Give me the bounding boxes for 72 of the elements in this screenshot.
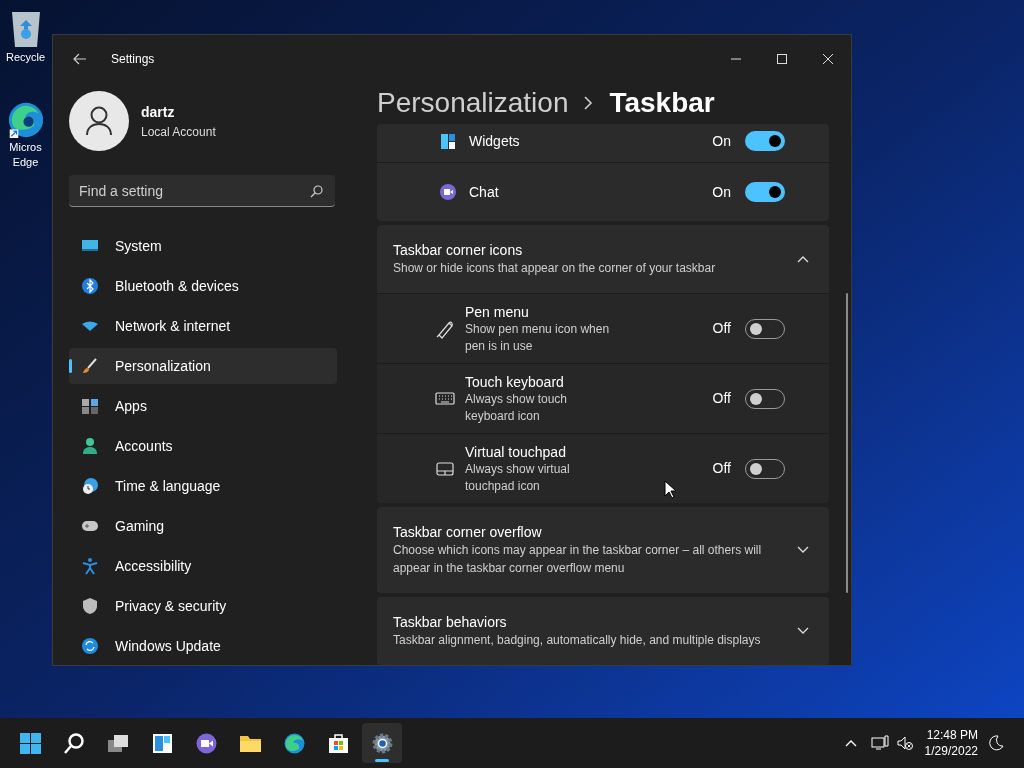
person-icon [85, 106, 113, 136]
person-icon [81, 437, 99, 455]
muted-speaker-icon[interactable] [896, 735, 913, 751]
desktop-icon-label[interactable]: Micros [9, 140, 42, 155]
setting-description: Show pen menu icon when pen is in use [465, 320, 611, 355]
nav-item[interactable]: Network & internet [69, 308, 337, 344]
globe-clock-icon [81, 477, 99, 495]
video-chat-icon [439, 183, 457, 201]
nav-item[interactable]: Accessibility [69, 548, 337, 584]
setting-label: Touch keyboard [465, 372, 565, 391]
close-icon[interactable] [823, 54, 833, 64]
toggle-state-label: On [712, 131, 731, 151]
nav-item[interactable]: Accounts [69, 428, 337, 464]
expander-header[interactable]: Taskbar corner overflow Choose which icons may appear in the taskbar corner – all others will appear in the taskbar corner overflow menu [377, 507, 829, 593]
clock-date[interactable]: 1/29/2022 [924, 743, 978, 759]
mouse-pointer-icon [664, 480, 676, 499]
nav-item[interactable]: Gaming [69, 508, 337, 544]
start-icon [17, 730, 43, 756]
nav-item[interactable]: Bluetooth & devices [69, 268, 337, 304]
taskbar-button[interactable] [362, 723, 402, 763]
window-title: Settings [111, 51, 155, 68]
breadcrumb-parent[interactable]: Personalization [377, 81, 569, 124]
toggle-switch[interactable] [745, 182, 785, 202]
section-title: Taskbar behaviors [393, 613, 508, 631]
nav-item[interactable]: Privacy & security [69, 588, 337, 624]
bluetooth-icon [81, 277, 99, 295]
nav-item[interactable]: System [69, 228, 337, 264]
apps-grid-icon [81, 397, 99, 415]
account-type: Local Account [141, 123, 216, 141]
expander-header[interactable]: Taskbar corner icons Show or hide icons that appear on the corner of your taskbar [377, 225, 829, 293]
toggle-state-label: Off [712, 459, 731, 478]
toggle-state-label: Off [712, 319, 731, 338]
desktop-icon-label[interactable]: Edge [12, 155, 39, 170]
chevron-right-icon [584, 95, 594, 110]
toggle-state-label: On [712, 182, 731, 202]
accessibility-icon [81, 557, 99, 575]
browser-logo-icon[interactable] [7, 102, 44, 138]
nav-item[interactable]: Windows Update [69, 628, 337, 664]
search-icon [310, 185, 323, 198]
setting-label: Chat [469, 182, 499, 202]
nav-item[interactable]: Time & language [69, 468, 337, 504]
nav-item[interactable]: Personalization [69, 348, 337, 384]
section-description: Choose which icons may appear in the taskbar corner – all others will appear in the taskbar corner overflow menu [393, 542, 763, 577]
toggle-switch[interactable] [745, 131, 785, 151]
clock-time[interactable]: 12:48 PM [926, 727, 978, 743]
search-field[interactable]: Find a setting [69, 175, 335, 207]
expander-header[interactable]: Taskbar behaviors Taskbar alignment, badging, automatically hide, and multiple displays [377, 597, 829, 665]
section-title: Taskbar corner overflow [393, 523, 543, 541]
chevron-up-icon[interactable] [844, 739, 857, 747]
setting-label: Pen menu [465, 302, 530, 321]
widgets-icon [439, 132, 457, 150]
section-description: Show or hide icons that appear on the corner of your taskbar [393, 260, 717, 277]
paintbrush-icon [81, 357, 99, 375]
moon-icon[interactable] [988, 735, 1004, 751]
setting-description: Always show virtual touchpad icon [465, 460, 571, 495]
setting-label: Virtual touchpad [465, 442, 567, 461]
setting-description: Always show touch keyboard icon [465, 390, 569, 425]
search-icon [61, 730, 87, 756]
back-arrow-icon[interactable] [73, 53, 87, 65]
section-title: Taskbar corner icons [393, 241, 524, 259]
page-title: Taskbar [609, 85, 715, 120]
maximize-icon[interactable] [777, 54, 787, 64]
sync-icon [81, 637, 99, 655]
shield-icon [81, 597, 99, 615]
desktop-icon-label[interactable]: Recycle [5, 50, 46, 65]
nav-item[interactable]: Apps [69, 388, 337, 424]
toggle-state-label: Off [712, 389, 731, 408]
setting-label: Widgets [469, 131, 520, 151]
user-name: dartz [141, 102, 176, 122]
scrollbar[interactable] [846, 293, 848, 593]
section-description: Taskbar alignment, badging, automatically hide, and multiple displays [393, 632, 762, 649]
network-icon[interactable] [870, 735, 889, 751]
